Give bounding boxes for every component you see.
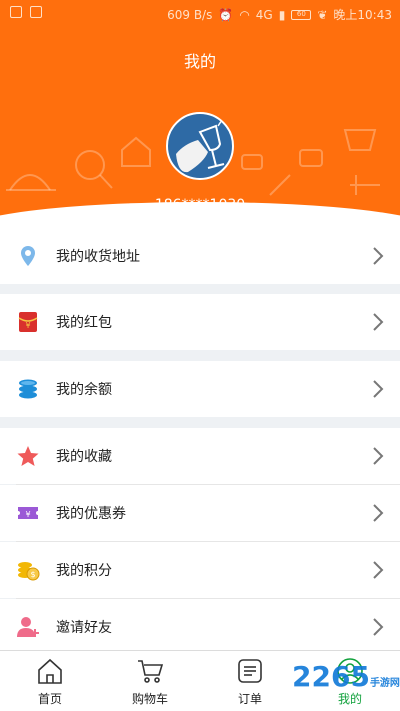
chevron-right-icon: [373, 504, 384, 522]
nav-label: 首页: [37, 692, 62, 706]
menu-item-points[interactable]: $ 我的积分: [0, 542, 400, 598]
page-title: 我的: [183, 52, 216, 71]
coin-stack-icon: [19, 379, 37, 399]
gold-coins-icon: $: [18, 562, 40, 581]
user-phone: 186****1030: [154, 197, 246, 213]
menu-item-coupons[interactable]: ¥ 我的优惠券: [0, 485, 400, 541]
svg-text:$: $: [30, 570, 35, 579]
menu-label: 邀请好友: [56, 620, 112, 636]
profile-header: 609 B/s ⏰ ◠ 4G ▮ 60 ❦ 晚上10:43 我的 186****…: [0, 0, 400, 228]
orders-icon: [238, 659, 262, 683]
menu-label: 我的优惠券: [56, 506, 126, 522]
chevron-right-icon: [373, 380, 384, 398]
watermark-number: 2265: [292, 660, 370, 693]
svg-text:¥: ¥: [25, 510, 30, 519]
watermark: 2265手游网: [292, 660, 400, 693]
chevron-right-icon: [373, 447, 384, 465]
menu-label: 我的积分: [56, 563, 112, 579]
chevron-right-icon: [373, 618, 384, 636]
nav-cart[interactable]: 购物车: [100, 651, 200, 711]
nav-label: 购物车: [131, 692, 168, 706]
menu-item-balance[interactable]: 我的余额: [0, 361, 400, 417]
star-icon: [17, 446, 39, 466]
home-icon: [38, 658, 62, 684]
menu-label: 我的红包: [56, 315, 112, 331]
cart-icon: [138, 660, 164, 683]
avatar[interactable]: [166, 112, 234, 180]
nav-label: 订单: [237, 692, 262, 706]
chevron-right-icon: [373, 313, 384, 331]
menu-label: 我的余额: [56, 382, 112, 398]
menu-item-favorites[interactable]: 我的收藏: [0, 428, 400, 484]
nav-home[interactable]: 首页: [0, 651, 100, 711]
watermark-text: 手游网: [369, 678, 400, 689]
svg-text:¥: ¥: [25, 321, 30, 330]
menu-label: 我的收藏: [56, 449, 112, 465]
location-pin-icon: [21, 246, 35, 266]
add-friend-icon: [17, 617, 39, 637]
red-packet-icon: ¥: [18, 312, 38, 332]
menu-item-redpacket[interactable]: ¥ 我的红包: [0, 294, 400, 350]
menu-item-address[interactable]: 我的收货地址: [0, 228, 400, 284]
menu-item-invite[interactable]: 邀请好友: [0, 599, 400, 650]
nav-orders[interactable]: 订单: [200, 651, 300, 711]
chevron-right-icon: [373, 561, 384, 579]
coupon-icon: ¥: [18, 507, 38, 519]
menu-label: 我的收货地址: [56, 249, 140, 265]
chevron-right-icon: [373, 247, 384, 265]
